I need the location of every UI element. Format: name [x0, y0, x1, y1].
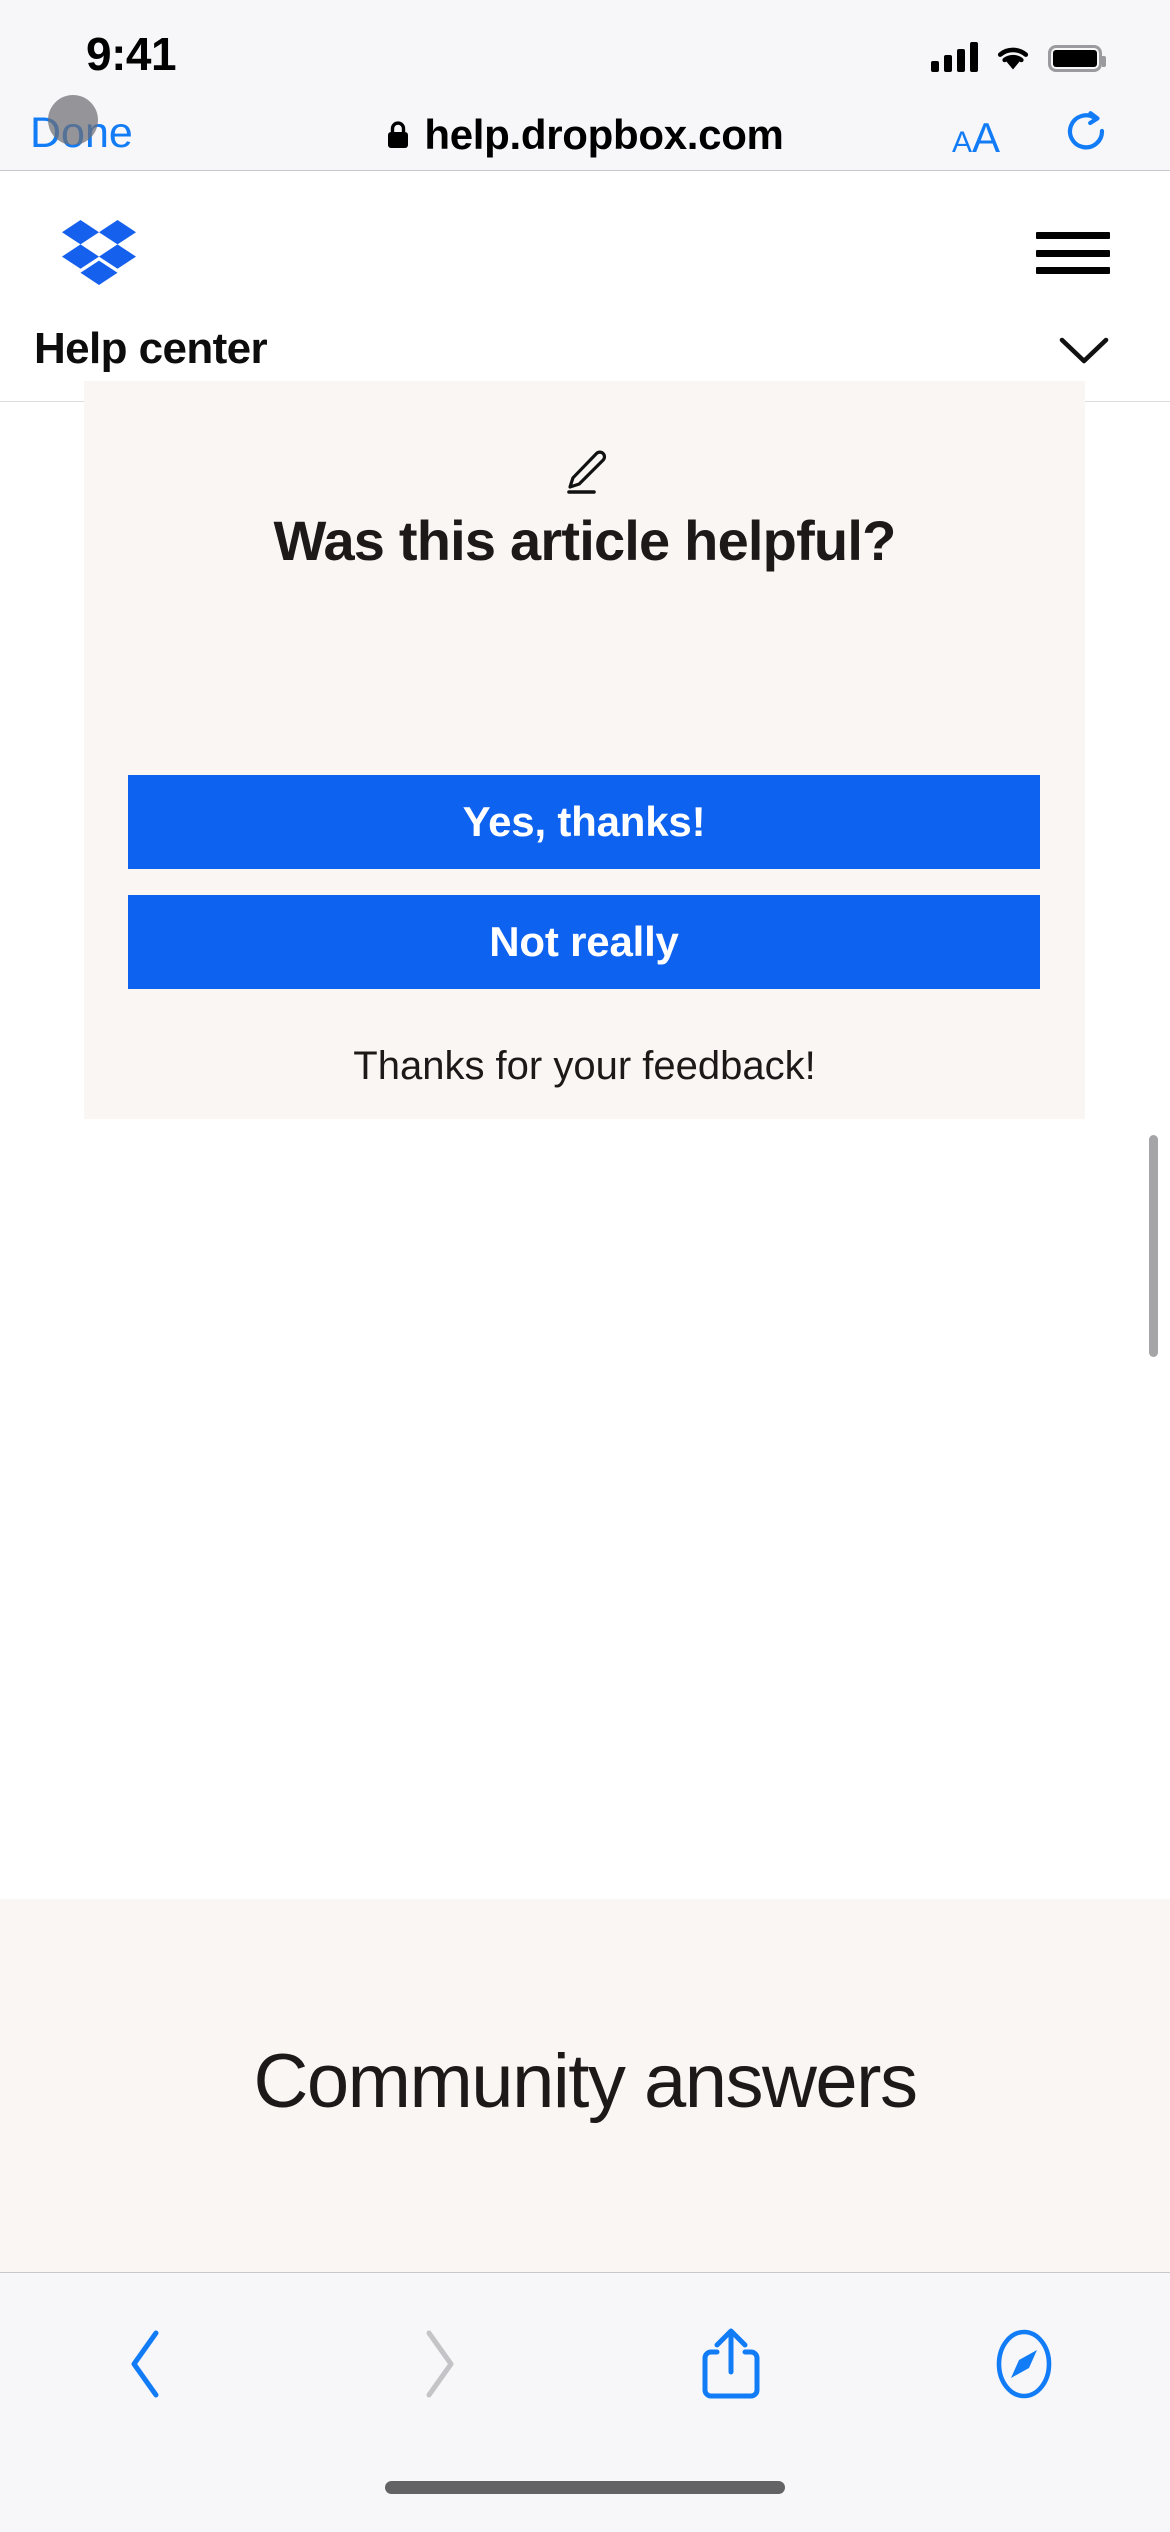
- tabs-button[interactable]: [878, 2309, 1170, 2419]
- page-title: Help center: [34, 324, 268, 373]
- feedback-heading: Was this article helpful?: [273, 509, 896, 572]
- chevron-down-icon[interactable]: [1056, 332, 1112, 368]
- lock-icon: [388, 121, 409, 148]
- forward-chevron-icon: [426, 2330, 454, 2398]
- site-header: [0, 172, 1170, 320]
- yes-thanks-button[interactable]: Yes, thanks!: [128, 775, 1040, 869]
- feedback-thanks-message: Thanks for your feedback!: [353, 1044, 816, 1088]
- reload-icon[interactable]: [1066, 111, 1110, 159]
- text-size-large-a: A: [971, 114, 1000, 161]
- pencil-icon-wrap: [84, 449, 1085, 495]
- text-size-small-a: A: [951, 126, 972, 159]
- feedback-card: Was this article helpful? Yes, thanks! N…: [84, 381, 1085, 1119]
- hamburger-menu-icon[interactable]: [1036, 232, 1110, 274]
- home-indicator: [385, 2481, 785, 2494]
- back-chevron-icon: [131, 2330, 159, 2398]
- browser-nav-bar: Done help.dropbox.com AA: [0, 95, 1170, 171]
- cellular-signal-icon: [931, 42, 978, 72]
- safari-compass-icon: [996, 2329, 1052, 2399]
- status-bar-time: 9:41: [86, 28, 177, 80]
- web-page-content: Help center Was this article helpful? Ye…: [0, 172, 1170, 2272]
- wifi-icon: [997, 47, 1029, 70]
- share-icon: [702, 2328, 760, 2399]
- community-answers-title: Community answers: [253, 2039, 918, 2124]
- pencil-edit-icon: [566, 450, 606, 494]
- battery-icon: [1048, 45, 1106, 72]
- url-text: help.dropbox.com: [424, 111, 784, 158]
- community-answers-section: Community answers: [0, 1899, 1170, 2272]
- status-bar-indicators: [931, 36, 1106, 72]
- touch-indicator: [48, 95, 98, 145]
- page-scrollbar[interactable]: [1149, 1135, 1158, 1357]
- not-really-button[interactable]: Not really: [128, 895, 1040, 989]
- dropbox-logo[interactable]: [62, 220, 136, 286]
- back-button[interactable]: [0, 2309, 293, 2419]
- text-size-button[interactable]: AA: [952, 117, 1000, 159]
- phone-screen: 9:41 Done help.dropbox.com AA: [0, 0, 1170, 2532]
- status-bar: 9:41: [0, 0, 1170, 95]
- forward-button[interactable]: [293, 2309, 586, 2419]
- toolbar-buttons: [0, 2309, 1170, 2419]
- browser-toolbar: [0, 2272, 1170, 2532]
- share-button[interactable]: [585, 2309, 878, 2419]
